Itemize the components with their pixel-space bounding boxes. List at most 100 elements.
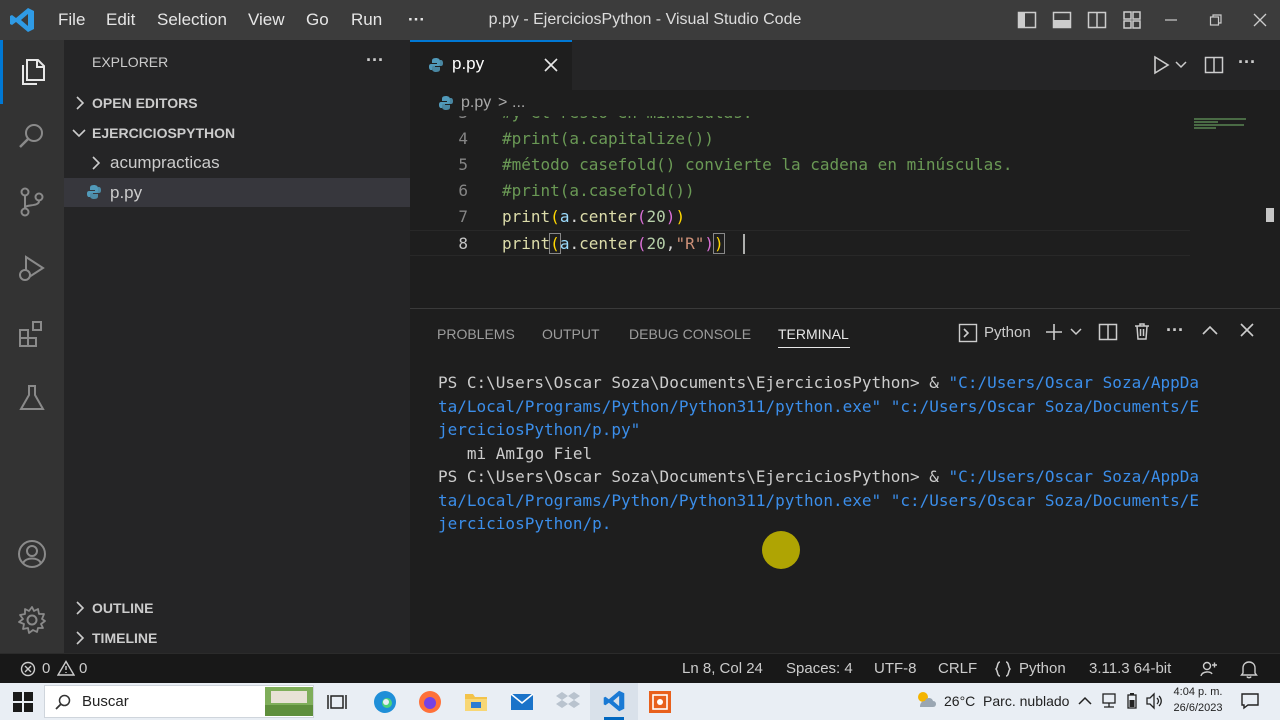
scrollbar-thumb[interactable] xyxy=(1266,208,1274,222)
code-line[interactable]: 6 #print(a.casefold()) xyxy=(410,178,1190,204)
editor-more-button[interactable]: ··· xyxy=(1238,52,1256,73)
indentation[interactable]: Spaces: 4 xyxy=(786,654,853,684)
edge-browser-icon[interactable] xyxy=(370,687,400,717)
python-interpreter[interactable]: 3.11.3 64-bit xyxy=(1089,654,1171,684)
dropbox-icon[interactable] xyxy=(553,687,583,717)
trash-icon[interactable] xyxy=(1132,321,1152,341)
tab-terminal[interactable]: TERMINAL xyxy=(778,321,849,347)
recorder-app-icon[interactable] xyxy=(645,687,675,717)
token-bracket: ( xyxy=(636,234,647,253)
line-ending[interactable]: CRLF xyxy=(938,654,977,684)
breadcrumb-file[interactable]: p.py xyxy=(461,94,491,112)
breadcrumb-rest[interactable]: ... xyxy=(512,94,525,112)
menu-view[interactable]: View xyxy=(248,0,285,40)
run-python-icon[interactable] xyxy=(1152,55,1170,75)
terminal-prompt: PS C:\Users\Oscar Soza\Documents\Ejercic… xyxy=(438,373,930,392)
tab-p-py[interactable]: p.py xyxy=(410,40,572,90)
file-label: p.py xyxy=(110,183,143,202)
run-debug-icon[interactable] xyxy=(0,236,64,300)
menu-file[interactable]: File xyxy=(58,0,85,40)
token-bracket: ) xyxy=(704,234,714,253)
close-tab-icon[interactable] xyxy=(544,58,558,72)
search-icon[interactable] xyxy=(0,104,64,168)
terminal-line: PS C:\Users\Oscar Soza\Documents\Ejercic… xyxy=(438,465,1268,489)
code-line[interactable]: 5 #método casefold() convierte la cadena… xyxy=(410,152,1190,178)
line-number: 3 xyxy=(410,116,468,126)
customize-layout-icon[interactable] xyxy=(1122,10,1142,30)
line-number: 6 xyxy=(458,181,468,200)
toggle-panel-icon[interactable] xyxy=(1052,10,1072,30)
split-terminal-icon[interactable] xyxy=(1098,322,1118,342)
network-icon[interactable] xyxy=(1101,692,1117,710)
workspace-section[interactable]: EJERCICIOSPYTHON xyxy=(64,118,410,148)
tab-debug-console[interactable]: DEBUG CONSOLE xyxy=(629,321,751,347)
text-cursor xyxy=(743,234,745,254)
encoding[interactable]: UTF-8 xyxy=(874,654,917,684)
warning-count[interactable]: 0 xyxy=(79,654,87,684)
timeline-section[interactable]: TIMELINE xyxy=(64,623,410,653)
firefox-icon[interactable] xyxy=(415,687,445,717)
new-terminal-plus-icon[interactable] xyxy=(1044,322,1064,342)
explorer-more-button[interactable]: ··· xyxy=(366,50,384,71)
menu-edit[interactable]: Edit xyxy=(106,0,135,40)
outline-section[interactable]: OUTLINE xyxy=(64,593,410,623)
notifications-icon[interactable] xyxy=(1240,692,1260,710)
clock-date[interactable]: 26/6/2023 xyxy=(1168,702,1228,714)
mail-icon[interactable] xyxy=(507,687,537,717)
volume-icon[interactable] xyxy=(1145,692,1163,710)
file-explorer-icon[interactable] xyxy=(461,687,491,717)
error-count[interactable]: 0 xyxy=(42,654,50,684)
tree-item-file[interactable]: p.py xyxy=(64,178,410,207)
taskbar-search-box[interactable]: Buscar xyxy=(44,685,314,718)
notifications-bell-icon[interactable] xyxy=(1240,659,1258,679)
open-editors-section[interactable]: OPEN EDITORS xyxy=(64,88,410,118)
tree-item-folder[interactable]: acumpracticas xyxy=(64,148,410,177)
title-bar: File Edit Selection View Go Run ··· p.py… xyxy=(0,0,1280,40)
weather-text[interactable]: 26°C Parc. nublado xyxy=(944,693,1069,709)
terminal-dropdown-chevron-icon[interactable] xyxy=(1070,327,1082,337)
menu-more[interactable]: ··· xyxy=(408,0,425,40)
battery-icon[interactable] xyxy=(1124,692,1140,710)
taskbar-active-app[interactable] xyxy=(590,683,638,720)
menu-run[interactable]: Run xyxy=(351,0,382,40)
toggle-sidebar-icon[interactable] xyxy=(1017,10,1037,30)
maximize-panel-chevron-up-icon[interactable] xyxy=(1202,324,1218,336)
restore-icon[interactable] xyxy=(1208,12,1224,28)
terminal-path: "C:/Users/Oscar Soza/AppDa xyxy=(948,373,1199,392)
code-statement: print(a.center(20,"R")) xyxy=(502,231,725,257)
task-view-icon[interactable] xyxy=(322,687,352,717)
token-bracket: ( xyxy=(550,207,560,226)
run-options-chevron-icon[interactable] xyxy=(1175,60,1187,70)
cursor-position[interactable]: Ln 8, Col 24 xyxy=(682,654,763,684)
explorer-icon[interactable] xyxy=(0,40,64,104)
tab-problems[interactable]: PROBLEMS xyxy=(437,321,515,347)
close-panel-icon[interactable] xyxy=(1240,323,1254,337)
menu-go[interactable]: Go xyxy=(306,0,329,40)
minimap[interactable] xyxy=(1194,118,1248,130)
feedback-person-icon[interactable] xyxy=(1200,660,1218,678)
extensions-icon[interactable] xyxy=(0,302,64,366)
terminal-name[interactable]: Python xyxy=(984,324,1031,341)
minimize-icon[interactable] xyxy=(1163,12,1179,28)
token-bracket: ( xyxy=(636,207,647,226)
panel-more-button[interactable]: ··· xyxy=(1166,320,1184,341)
terminal-icon xyxy=(958,323,978,343)
source-control-icon[interactable] xyxy=(0,170,64,234)
settings-gear-icon[interactable] xyxy=(0,588,64,652)
clock-time[interactable]: 4:04 p. m. xyxy=(1172,686,1224,698)
close-window-icon[interactable] xyxy=(1252,12,1268,28)
accounts-icon[interactable] xyxy=(0,522,64,586)
testing-icon[interactable] xyxy=(0,366,64,430)
menu-selection[interactable]: Selection xyxy=(157,0,227,40)
toggle-secondary-sidebar-icon[interactable] xyxy=(1087,10,1107,30)
token-number: 20 xyxy=(646,234,666,253)
outline-label: OUTLINE xyxy=(92,600,154,616)
language-mode[interactable]: Python xyxy=(1019,654,1066,684)
code-line[interactable]: 7 print(a.center(20)) xyxy=(410,204,1190,230)
split-editor-icon[interactable] xyxy=(1204,55,1224,75)
code-line[interactable]: 4 #print(a.capitalize()) xyxy=(410,126,1190,152)
tray-chevron-up-icon[interactable] xyxy=(1078,696,1092,706)
tab-output[interactable]: OUTPUT xyxy=(542,321,600,347)
code-line-current[interactable]: 8 print(a.center(20,"R")) xyxy=(410,230,1190,256)
windows-start-icon[interactable] xyxy=(13,692,33,712)
